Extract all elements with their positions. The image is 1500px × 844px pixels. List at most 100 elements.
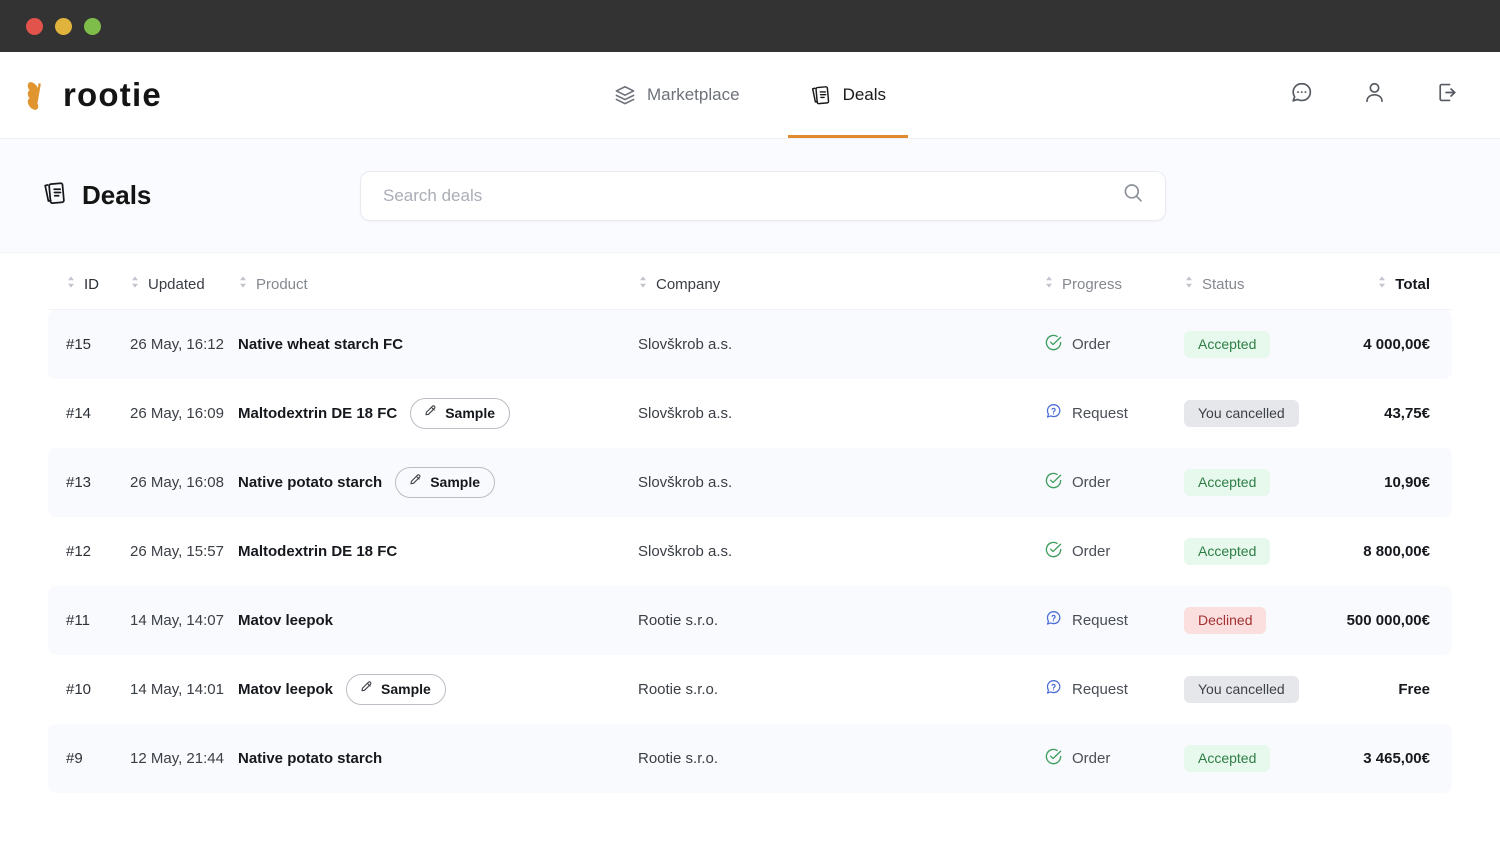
sample-badge[interactable]: Sample xyxy=(395,466,496,498)
column-header-company-label: Company xyxy=(656,275,721,293)
cell-company: Rootie s.r.o. xyxy=(638,585,1044,655)
column-header-company[interactable]: Company xyxy=(638,253,1044,310)
cell-progress: Request xyxy=(1044,378,1184,448)
sample-badge[interactable]: Sample xyxy=(346,673,446,705)
window-close-button[interactable] xyxy=(26,17,43,35)
cell-company: Slovškrob a.s. xyxy=(638,516,1044,586)
column-header-progress-label: Progress xyxy=(1062,275,1123,293)
sample-badge[interactable]: Sample xyxy=(410,397,511,429)
sort-icon xyxy=(1044,275,1054,293)
pipette-icon xyxy=(408,473,423,491)
cell-total: 10,90€ xyxy=(1344,447,1452,517)
window-minimize-button[interactable] xyxy=(55,17,72,35)
sample-badge-label: Sample xyxy=(381,681,431,697)
nav-item-marketplace[interactable]: Marketplace xyxy=(592,52,762,138)
check-circle-icon xyxy=(1044,471,1063,494)
check-circle-icon xyxy=(1044,747,1063,770)
column-header-id[interactable]: ID xyxy=(48,253,130,310)
column-header-total-label: Total xyxy=(1395,275,1430,293)
column-header-status[interactable]: Status xyxy=(1184,253,1344,310)
table-row[interactable]: #15 26 May, 16:12 Native wheat starch FC Sl… xyxy=(48,309,1452,379)
user-icon[interactable] xyxy=(1362,80,1387,110)
cell-product: Native potato starch xyxy=(238,723,638,793)
cell-product: Matov leepok Sample xyxy=(238,654,638,724)
product-name: Maltodextrin DE 18 FC xyxy=(238,542,398,560)
layers-icon xyxy=(614,84,636,106)
cell-updated: 26 May, 16:09 xyxy=(130,378,238,448)
column-header-id-label: ID xyxy=(84,275,99,293)
cell-status: Accepted xyxy=(1184,516,1344,586)
nav-item-deals-label: Deals xyxy=(842,85,887,104)
sample-badge-label: Sample xyxy=(445,405,496,421)
progress-label: Order xyxy=(1072,542,1111,560)
cell-progress: Order xyxy=(1044,723,1184,793)
column-header-total[interactable]: Total xyxy=(1344,253,1452,310)
product-name: Native potato starch xyxy=(238,473,383,491)
progress-label: Request xyxy=(1072,404,1128,422)
cell-updated: 14 May, 14:01 xyxy=(130,654,238,724)
cell-id: #12 xyxy=(48,516,130,586)
progress-label: Request xyxy=(1072,611,1128,629)
page-title: Deals xyxy=(42,180,360,212)
status-badge: You cancelled xyxy=(1184,675,1299,703)
cell-company: Slovškrob a.s. xyxy=(638,309,1044,379)
cell-company: Slovškrob a.s. xyxy=(638,378,1044,448)
deals-table: ID Updated Product Company Progress Stat… xyxy=(48,253,1452,793)
product-name: Matov leepok xyxy=(238,611,334,629)
table-row[interactable]: #11 14 May, 14:07 Matov leepok Rootie s.r.o… xyxy=(48,585,1452,655)
column-header-status-label: Status xyxy=(1202,275,1245,293)
table-row[interactable]: #12 26 May, 15:57 Maltodextrin DE 18 FC Slo… xyxy=(48,516,1452,586)
progress-label: Order xyxy=(1072,335,1111,353)
search-input[interactable] xyxy=(383,185,1121,206)
status-badge: You cancelled xyxy=(1184,399,1299,427)
status-badge: Accepted xyxy=(1184,330,1271,358)
column-header-updated-label: Updated xyxy=(148,275,205,293)
column-header-updated[interactable]: Updated xyxy=(130,253,238,310)
top-navigation-bar: rootie Marketplace Deals xyxy=(0,52,1500,139)
brand-logo[interactable]: rootie xyxy=(0,52,330,138)
pipette-icon xyxy=(359,680,374,698)
table-row[interactable]: #13 26 May, 16:08 Native potato starch Samp… xyxy=(48,447,1452,517)
page-title-text: Deals xyxy=(82,180,152,210)
sort-icon xyxy=(1184,275,1194,293)
cell-company: Slovškrob a.s. xyxy=(638,447,1044,517)
cell-product: Maltodextrin DE 18 FC Sample xyxy=(238,378,638,448)
logout-icon[interactable] xyxy=(1435,80,1460,110)
request-bubble-icon xyxy=(1044,678,1063,701)
cell-updated: 14 May, 14:07 xyxy=(130,585,238,655)
deals-table-container: ID Updated Product Company Progress Stat… xyxy=(0,253,1500,793)
table-body: #15 26 May, 16:12 Native wheat starch FC Sl… xyxy=(48,309,1452,793)
cell-id: #11 xyxy=(48,585,130,655)
cell-progress: Request xyxy=(1044,654,1184,724)
cell-updated: 26 May, 15:57 xyxy=(130,516,238,586)
nav-item-deals[interactable]: Deals xyxy=(787,52,909,138)
search-bar[interactable] xyxy=(360,170,1166,221)
progress-label: Request xyxy=(1072,680,1128,698)
column-header-product[interactable]: Product xyxy=(238,253,638,310)
table-row[interactable]: #10 14 May, 14:01 Matov leepok Sample Rootie… xyxy=(48,654,1452,724)
cell-progress: Order xyxy=(1044,447,1184,517)
status-badge: Accepted xyxy=(1184,744,1271,772)
sort-icon xyxy=(1377,275,1387,293)
table-row[interactable]: #14 26 May, 16:09 Maltodextrin DE 18 FC Sam… xyxy=(48,378,1452,448)
messages-icon[interactable] xyxy=(1289,80,1314,110)
cell-product: Matov leepok xyxy=(238,585,638,655)
sort-icon xyxy=(238,275,248,293)
wheat-icon xyxy=(24,79,54,111)
sample-badge-label: Sample xyxy=(430,474,481,490)
product-name: Native potato starch xyxy=(238,749,383,767)
cell-company: Rootie s.r.o. xyxy=(638,654,1044,724)
search-icon[interactable] xyxy=(1121,181,1145,210)
column-header-progress[interactable]: Progress xyxy=(1044,253,1184,310)
product-name: Maltodextrin DE 18 FC xyxy=(238,404,398,422)
window-maximize-button[interactable] xyxy=(84,17,101,35)
table-row[interactable]: #9 12 May, 21:44 Native potato starch Rooti… xyxy=(48,723,1452,793)
cell-status: Accepted xyxy=(1184,447,1344,517)
cell-total: 3 465,00€ xyxy=(1344,723,1452,793)
window-titlebar xyxy=(0,0,1500,52)
status-badge: Accepted xyxy=(1184,468,1271,496)
brand-name: rootie xyxy=(63,76,162,113)
table-header-row: ID Updated Product Company Progress Stat… xyxy=(48,253,1452,310)
page-header: Deals xyxy=(0,139,1500,253)
main-nav: Marketplace Deals xyxy=(330,52,1170,138)
